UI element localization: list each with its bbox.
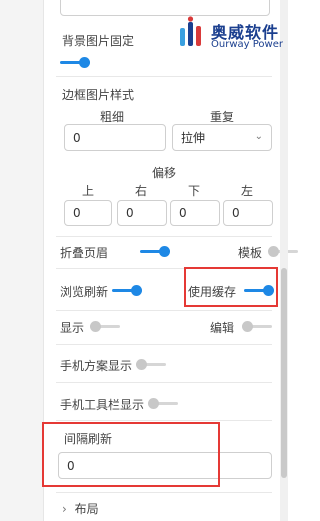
chevron-down-icon: ⌄: [254, 131, 263, 142]
repeat-label: 重复: [209, 110, 234, 124]
property-panel: 背景图片固定 边框图片样式 粗细 重复 0 拉伸 ⌄ 偏移 上 右 下 左 0 …: [42, 0, 298, 521]
vertical-scrollbar[interactable]: [280, 0, 288, 521]
divider: [56, 344, 272, 345]
chevron-right-icon: ›: [62, 502, 67, 516]
thickness-label: 粗细: [99, 110, 124, 124]
repeat-select[interactable]: 拉伸 ⌄: [172, 124, 272, 151]
highlight-box-use-cache: [184, 267, 278, 307]
company-logo: 奥威软件 Ourway Power: [178, 14, 286, 52]
offset-bottom-label: 下: [187, 184, 200, 198]
offset-left-input[interactable]: 0: [223, 200, 273, 226]
divider: [56, 382, 272, 383]
background-fix-toggle[interactable]: [60, 56, 90, 70]
layout-label: 布局: [74, 502, 99, 516]
edit-toggle[interactable]: [242, 320, 272, 334]
thickness-input[interactable]: 0: [64, 124, 166, 151]
display-label: 显示: [60, 321, 85, 335]
scrollbar-thumb[interactable]: [281, 268, 287, 478]
offset-bottom-input[interactable]: 0: [170, 200, 220, 226]
offset-title: 偏移: [151, 166, 176, 180]
property-panel-screen: 背景图片固定 边框图片样式 粗细 重复 0 拉伸 ⌄ 偏移 上 右 下 左 0 …: [0, 0, 298, 521]
display-toggle[interactable]: [90, 320, 120, 334]
divider: [56, 310, 272, 311]
divider: [56, 236, 272, 237]
mobile-toolbar-toggle[interactable]: [148, 397, 178, 411]
highlight-box-interval-refresh: [42, 422, 220, 487]
mobile-plan-toggle[interactable]: [136, 358, 166, 372]
logo-mark-icon: [180, 16, 201, 46]
offset-top-input[interactable]: 0: [64, 200, 112, 226]
offset-top-label: 上: [81, 184, 94, 198]
divider: [56, 492, 272, 493]
repeat-select-value: 拉伸: [181, 131, 206, 145]
fold-header-toggle[interactable]: [140, 245, 170, 259]
fold-header-label: 折叠页眉: [60, 246, 109, 260]
offset-left-label: 左: [240, 184, 253, 198]
edit-label: 编辑: [210, 321, 235, 335]
divider: [56, 420, 272, 421]
logo-text-en: Ourway Power: [211, 39, 283, 50]
background-fix-label: 背景图片固定: [62, 34, 135, 48]
browse-refresh-label: 浏览刷新: [60, 285, 109, 299]
left-gutter: [0, 0, 44, 521]
template-label: 模板: [238, 246, 263, 260]
offset-right-label: 右: [134, 184, 147, 198]
mobile-toolbar-label: 手机工具栏显示: [60, 398, 145, 412]
mobile-plan-label: 手机方案显示: [60, 359, 133, 373]
browse-refresh-toggle[interactable]: [112, 284, 142, 298]
offset-right-input[interactable]: 0: [117, 200, 167, 226]
layout-section-header[interactable]: › 布局: [62, 500, 99, 517]
divider: [56, 76, 272, 77]
border-image-title: 边框图片样式: [62, 88, 135, 102]
